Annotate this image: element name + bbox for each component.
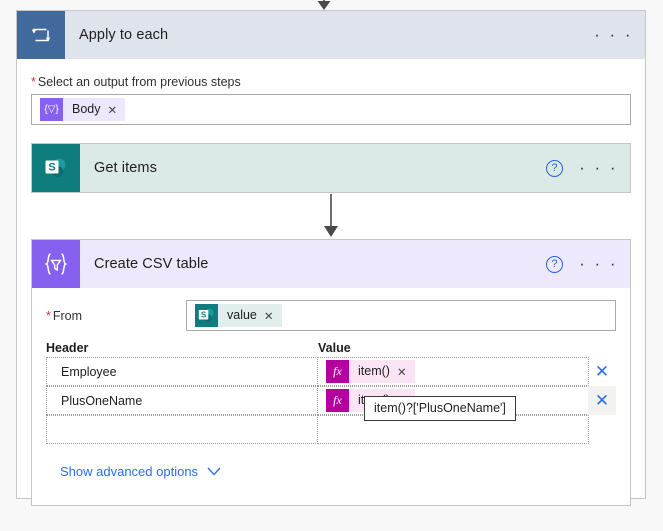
- from-field-row: * From S value ✕: [32, 288, 630, 341]
- column-header-value: Value: [318, 341, 351, 355]
- table-row: Employee fx item() ✕ ✕: [46, 357, 616, 386]
- value-token-label: value: [227, 308, 257, 322]
- get-items-help-icon[interactable]: ?: [546, 159, 564, 177]
- apply-to-each-title: Apply to each: [79, 27, 169, 43]
- required-indicator: *: [31, 75, 36, 89]
- row-delete-cell: ✕: [588, 386, 616, 415]
- table-row: PlusOneName fx item() ✕ ✕: [46, 386, 616, 415]
- value-token-remove-icon[interactable]: ✕: [264, 309, 282, 323]
- body-token-chip[interactable]: {▽} Body ✕: [40, 98, 126, 121]
- svg-text:S: S: [201, 310, 207, 319]
- dynamic-content-icon: {▽}: [40, 98, 63, 121]
- show-advanced-options-button[interactable]: Show advanced options: [60, 464, 221, 479]
- delete-row-button[interactable]: ✕: [595, 363, 609, 380]
- body-token-label: Body: [72, 102, 101, 116]
- from-input[interactable]: S value ✕: [186, 300, 616, 331]
- create-csv-table-card: Create CSV table ? · · · * From S value …: [31, 239, 631, 506]
- value-token-chip[interactable]: S value ✕: [195, 304, 282, 327]
- grid-column-headers: Header Value: [46, 341, 616, 357]
- loop-repeat-icon: [17, 11, 65, 59]
- flow-connector: [31, 193, 631, 239]
- apply-to-each-more-button[interactable]: · · ·: [594, 26, 633, 43]
- fx-icon: fx: [326, 389, 349, 412]
- apply-to-each-body: * Select an output from previous steps {▽…: [17, 59, 645, 506]
- expression-tooltip: item()?['PlusOneName']: [364, 396, 516, 421]
- apply-to-each-header[interactable]: Apply to each · · ·: [17, 11, 645, 59]
- expression-token-remove-icon[interactable]: ✕: [397, 365, 415, 379]
- header-cell-input[interactable]: Employee: [46, 357, 318, 386]
- fx-icon: fx: [326, 360, 349, 383]
- chevron-down-icon: [207, 467, 221, 476]
- sharepoint-icon: S: [195, 304, 218, 327]
- get-items-more-button[interactable]: · · ·: [579, 159, 618, 176]
- create-csv-table-header[interactable]: Create CSV table ? · · ·: [32, 240, 630, 288]
- value-cell-input[interactable]: fx item() ✕: [317, 357, 589, 386]
- table-row: [46, 415, 616, 444]
- select-output-label-text: Select an output from previous steps: [37, 75, 241, 89]
- show-advanced-options-label: Show advanced options: [60, 464, 199, 479]
- create-csv-table-title: Create CSV table: [94, 256, 209, 272]
- from-label-text: From: [52, 308, 83, 323]
- row-delete-cell: ✕: [588, 357, 616, 386]
- select-output-label: * Select an output from previous steps: [31, 75, 631, 89]
- get-items-header[interactable]: S Get items ? · · ·: [32, 144, 630, 192]
- from-required-indicator: *: [46, 308, 51, 323]
- from-label: * From: [46, 309, 186, 323]
- create-csv-more-button[interactable]: · · ·: [579, 255, 618, 272]
- body-token-remove-icon[interactable]: ✕: [108, 103, 126, 117]
- get-items-card: S Get items ? · · ·: [31, 143, 631, 193]
- svg-text:S: S: [48, 162, 55, 174]
- delete-row-button[interactable]: ✕: [595, 392, 609, 409]
- column-header-header: Header: [46, 341, 89, 355]
- header-value-grid: Header Value Employee fx item() ✕ ✕ Plus…: [32, 341, 630, 444]
- data-operations-icon: [32, 240, 80, 288]
- expression-token-chip[interactable]: fx item() ✕: [326, 360, 415, 383]
- advanced-options-row: Show advanced options: [32, 444, 630, 479]
- create-csv-help-icon[interactable]: ?: [546, 255, 564, 273]
- get-items-title: Get items: [94, 160, 157, 176]
- select-output-input[interactable]: {▽} Body ✕: [31, 94, 631, 125]
- row-delete-cell: [588, 415, 616, 444]
- sharepoint-icon: S: [32, 144, 80, 192]
- expression-token-label: item(): [358, 364, 390, 378]
- header-cell-input[interactable]: PlusOneName: [46, 386, 318, 415]
- apply-to-each-card: Apply to each · · · * Select an output fr…: [16, 10, 646, 506]
- header-cell-input[interactable]: [46, 415, 318, 444]
